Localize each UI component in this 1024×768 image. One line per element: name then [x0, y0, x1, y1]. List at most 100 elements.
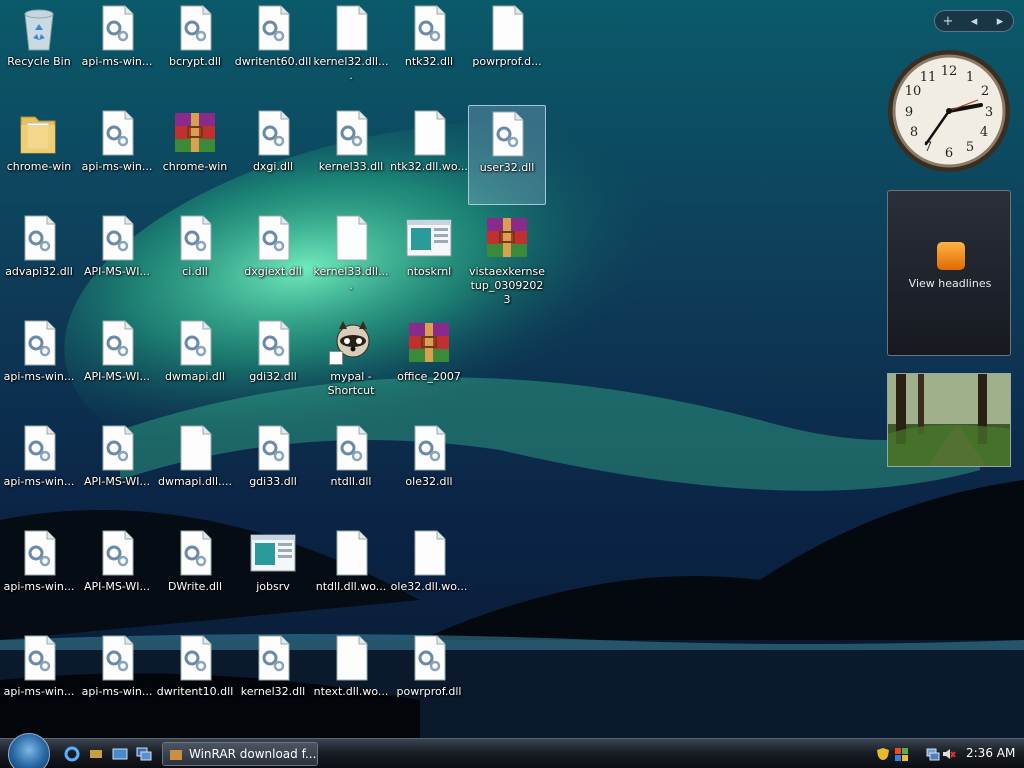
dll-file-icon	[405, 4, 453, 52]
blank-file-icon	[327, 214, 375, 262]
desktop-icon-ole32-dll[interactable]: ole32.dll	[390, 420, 468, 520]
shortcut-arrow-icon	[329, 351, 343, 365]
desktop-icon-api-ms-win[interactable]: api-ms-win...	[0, 315, 78, 415]
switch-windows-icon[interactable]	[136, 746, 152, 762]
feed-headlines-gadget[interactable]: View headlines	[887, 190, 1011, 356]
desktop-icon-chrome-win[interactable]: chrome-win	[0, 105, 78, 205]
desktop-icon-dxgiext-dll[interactable]: dxgiext.dll	[234, 210, 312, 310]
dll-file-icon	[171, 319, 219, 367]
blank-file-icon	[327, 4, 375, 52]
desktop-icon-ntdll-dll-wo[interactable]: ntdll.dll.wo...	[312, 525, 390, 625]
desktop-icon-user32-dll[interactable]: user32.dll	[468, 105, 546, 205]
desktop-icon-dwmapi-dll[interactable]: dwmapi.dll....	[156, 420, 234, 520]
blank-file-icon	[327, 634, 375, 682]
network-icon[interactable]	[926, 746, 940, 761]
desktop-icon-ole32-dll-wo[interactable]: ole32.dll.wo...	[390, 525, 468, 625]
desktop-icon-gdi32-dll[interactable]: gdi32.dll	[234, 315, 312, 415]
desktop-icon-ntext-dll-wo[interactable]: ntext.dll.wo...	[312, 630, 390, 730]
dll-file-icon	[93, 529, 141, 577]
dll-file-icon	[93, 634, 141, 682]
svg-text:11: 11	[920, 70, 937, 85]
desktop-icon-ci-dll[interactable]: ci.dll	[156, 210, 234, 310]
desktop-icon-bcrypt-dll[interactable]: bcrypt.dll	[156, 0, 234, 100]
desktop-icon-dwrite-dll[interactable]: DWrite.dll	[156, 525, 234, 625]
desktop-icon-dwritent10-dll[interactable]: dwritent10.dll	[156, 630, 234, 730]
previous-page-button[interactable]: ◂	[964, 14, 984, 29]
dll-file-icon	[93, 424, 141, 472]
svg-text:8: 8	[910, 125, 918, 140]
desktop-icon-kernel32-dll[interactable]: kernel32.dll	[234, 630, 312, 730]
desktop-icon-api-ms-win[interactable]: api-ms-win...	[0, 525, 78, 625]
desktop-icon-label: API-MS-WI...	[84, 370, 150, 383]
desktop-icon-label: api-ms-win...	[81, 55, 153, 68]
desktop-icon-api-ms-win[interactable]: api-ms-win...	[0, 630, 78, 730]
desktop-icon-api-ms-wi[interactable]: API-MS-WI...	[78, 420, 156, 520]
desktop-icon-api-ms-win[interactable]: api-ms-win...	[78, 105, 156, 205]
desktop-icon-jobsrv[interactable]: jobsrv	[234, 525, 312, 625]
view-headlines-label: View headlines	[908, 277, 992, 290]
desktop-icon-label: vistaexkernsetup_03092023	[469, 265, 545, 306]
taskbar-clock[interactable]: 2:36 AM	[966, 746, 1015, 760]
desktop-icon-label: API-MS-WI...	[84, 265, 150, 278]
clock-gadget[interactable]: 12 1 2 345 678 9 10 11	[886, 48, 1012, 174]
dll-file-icon	[249, 214, 297, 262]
raccoon-file-icon	[327, 319, 375, 367]
desktop-icon-advapi32-dll[interactable]: advapi32.dll	[0, 210, 78, 310]
dll-file-icon	[327, 424, 375, 472]
volume-muted-icon[interactable]	[942, 746, 956, 760]
desktop-icon-dwritent60-dll[interactable]: dwritent60.dll	[234, 0, 312, 100]
desktop-icon-ntoskrnl[interactable]: ntoskrnl	[390, 210, 468, 310]
security-shield-icon[interactable]	[876, 746, 890, 760]
desktop-icon-vistaexkernsetup-03092023[interactable]: vistaexkernsetup_03092023	[468, 210, 546, 310]
desktop-icon-label: ole32.dll	[405, 475, 453, 488]
desktop-icon-ntk32-dll-wo[interactable]: ntk32.dll.wo...	[390, 105, 468, 205]
desktop-icon-kernel32-dll[interactable]: kernel32.dll....	[312, 0, 390, 100]
desktop-icon-label: api-ms-win...	[3, 580, 75, 593]
desktop-icon-ntdll-dll[interactable]: ntdll.dll	[312, 420, 390, 520]
add-gadget-button[interactable]: +	[938, 14, 958, 29]
desktop-icon-label: api-ms-win...	[81, 160, 153, 173]
desktop-icon-kernel33-dll[interactable]: kernel33.dll	[312, 105, 390, 205]
dll-file-icon	[483, 110, 531, 158]
desktop-icon-label: API-MS-WI...	[84, 580, 150, 593]
slideshow-gadget[interactable]	[887, 373, 1011, 467]
desktop-icon-label: ntk32.dll	[404, 55, 454, 68]
desktop-icon-grid: Recycle Bin api-ms-win... bcrypt.dll dwrite…	[0, 0, 880, 738]
desktop-icon-api-ms-win[interactable]: api-ms-win...	[78, 630, 156, 730]
windows-flag-icon[interactable]	[894, 746, 908, 761]
desktop-icon-label: gdi32.dll	[249, 370, 297, 383]
desktop-icon-label: dwmapi.dll	[164, 370, 226, 383]
taskbar-button-winrar[interactable]: WinRAR download f...	[162, 742, 318, 766]
desktop-icon-ntk32-dll[interactable]: ntk32.dll	[390, 0, 468, 100]
desktop-icon-powrprof-dll[interactable]: powrprof.dll	[390, 630, 468, 730]
desktop-icon-api-ms-win[interactable]: api-ms-win...	[78, 0, 156, 100]
desktop-icon-kernel33-dll[interactable]: kernel33.dll....	[312, 210, 390, 310]
desktop-icon-powrprof-d[interactable]: powrprof.d...	[468, 0, 546, 100]
dll-file-icon	[171, 214, 219, 262]
sidebar-controls: + ◂ ▸	[934, 10, 1014, 32]
dll-file-icon	[405, 424, 453, 472]
desktop-icon-label: dxgiext.dll	[244, 265, 302, 278]
desktop-icon-dwmapi-dll[interactable]: dwmapi.dll	[156, 315, 234, 415]
desktop-icon-dxgi-dll[interactable]: dxgi.dll	[234, 105, 312, 205]
desktop-icon-label: mypal - Shortcut	[327, 370, 375, 397]
desktop-icon-mypal-shortcut[interactable]: mypal - Shortcut	[312, 315, 390, 415]
internet-explorer-icon[interactable]	[64, 746, 80, 762]
desktop-icon-gdi33-dll[interactable]: gdi33.dll	[234, 420, 312, 520]
show-desktop-icon[interactable]	[112, 746, 128, 762]
desktop-icon-recycle-bin[interactable]: Recycle Bin	[0, 0, 78, 100]
desktop-icon-chrome-win[interactable]: chrome-win	[156, 105, 234, 205]
desktop-icon-office-2007[interactable]: office_2007	[390, 315, 468, 415]
dll-file-icon	[249, 109, 297, 157]
quicklaunch-app-icon[interactable]	[88, 746, 104, 762]
start-button[interactable]	[8, 733, 50, 768]
desktop-icon-api-ms-win[interactable]: api-ms-win...	[0, 420, 78, 520]
desktop-icon-api-ms-wi[interactable]: API-MS-WI...	[78, 525, 156, 625]
rar-file-icon	[171, 109, 219, 157]
desktop-icon-label: bcrypt.dll	[169, 55, 221, 68]
desktop-icon-label: api-ms-win...	[3, 685, 75, 698]
desktop-icon-api-ms-wi[interactable]: API-MS-WI...	[78, 315, 156, 415]
next-page-button[interactable]: ▸	[990, 14, 1010, 29]
desktop-icon-api-ms-wi[interactable]: API-MS-WI...	[78, 210, 156, 310]
window-file-icon	[405, 214, 453, 262]
